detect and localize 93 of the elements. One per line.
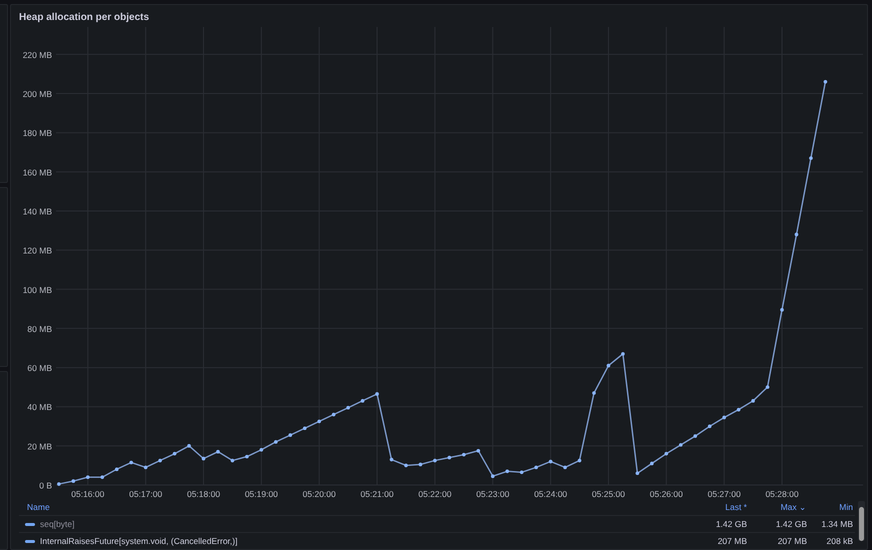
x-axis-label: 05:23:00	[476, 489, 510, 499]
data-point	[621, 352, 625, 356]
data-point	[260, 448, 264, 452]
data-point	[824, 80, 828, 84]
data-point	[433, 458, 437, 462]
data-point	[766, 385, 770, 389]
y-axis-label: 40 MB	[27, 402, 52, 412]
data-point	[636, 471, 640, 476]
x-axis-label: 05:20:00	[302, 489, 336, 499]
x-axis-label: 05:21:00	[360, 489, 394, 499]
column-header[interactable]: Name	[19, 502, 685, 512]
data-point	[302, 426, 307, 430]
data-point	[100, 475, 104, 479]
data-point	[418, 462, 422, 466]
data-point	[158, 458, 162, 462]
data-point	[578, 458, 582, 462]
x-axis-label: 05:28:00	[765, 489, 799, 499]
data-point	[375, 392, 379, 396]
data-point	[809, 156, 813, 160]
y-axis-label: 160 MB	[22, 167, 52, 178]
x-axis-label: 05:16:00	[71, 489, 104, 499]
data-point	[548, 460, 552, 464]
x-axis-label: 05:24:00	[534, 489, 568, 499]
data-point	[520, 470, 524, 474]
y-axis-label: 140 MB	[22, 206, 52, 216]
x-axis-label: 05:19:00	[244, 489, 278, 499]
data-point	[751, 399, 755, 403]
table-cell-text: 208 kB	[826, 536, 853, 546]
data-point	[448, 456, 452, 460]
data-point	[794, 232, 798, 236]
data-point	[693, 434, 698, 438]
x-axis-label: 05:26:00	[650, 489, 683, 499]
data-point	[172, 452, 176, 456]
data-point	[736, 408, 740, 412]
data-point	[722, 416, 726, 420]
x-axis-label: 05:25:00	[592, 489, 625, 499]
data-point	[332, 412, 336, 416]
x-axis-label: 05:18:00	[186, 489, 220, 499]
data-point	[563, 466, 567, 470]
x-axis-label: 05:17:00	[129, 489, 162, 499]
y-axis-label: 20 MB	[27, 441, 52, 452]
data-point	[144, 466, 148, 470]
data-point	[187, 444, 191, 448]
y-axis-label: 0 B	[39, 480, 52, 490]
data-point	[317, 420, 322, 424]
data-point	[650, 462, 654, 466]
data-point	[129, 460, 133, 464]
table-cell-text: 207 MB	[776, 536, 807, 546]
y-axis-label: 80 MB	[27, 324, 52, 334]
y-axis-label: 180 MB	[22, 128, 52, 138]
data-point	[245, 454, 249, 458]
data-point	[708, 424, 712, 428]
data-point	[606, 364, 610, 368]
y-axis-label: 200 MB	[22, 89, 52, 100]
data-point	[114, 468, 119, 472]
series-name[interactable]: InternalRaisesFuture[system.void, (CancelledError,)]	[40, 536, 238, 546]
column-header[interactable]: Min	[807, 502, 853, 512]
data-point	[404, 464, 408, 468]
data-point	[678, 443, 683, 447]
data-point	[202, 456, 206, 460]
data-point	[230, 458, 234, 462]
data-point	[592, 391, 596, 395]
table-cell-text: 1.34 MB	[820, 519, 853, 529]
data-point	[216, 450, 220, 454]
table-cell-text: 1.42 GB	[714, 519, 747, 529]
y-axis-label: 220 MB	[22, 50, 52, 60]
data-point	[476, 448, 480, 453]
series-name[interactable]: seq[byte]	[40, 519, 74, 529]
y-axis-label: 100 MB	[22, 284, 52, 295]
data-point	[274, 440, 278, 444]
y-axis-label: 120 MB	[22, 246, 52, 256]
data-point	[360, 399, 364, 403]
data-point	[72, 479, 76, 483]
data-point	[505, 470, 510, 474]
data-point	[664, 452, 668, 456]
data-point	[390, 458, 394, 462]
column-header[interactable]: Max ⌄	[747, 502, 807, 512]
data-point	[288, 433, 292, 437]
data-point	[780, 308, 784, 312]
table-cell-text: 1.42 GB	[774, 519, 807, 529]
y-axis-label: 60 MB	[27, 363, 52, 374]
table-cell-text: 207 MB	[716, 536, 747, 546]
x-axis-label: 05:27:00	[708, 489, 741, 499]
data-point	[86, 475, 90, 479]
scrollbar[interactable]	[858, 501, 865, 541]
data-point	[490, 474, 495, 478]
data-point	[534, 466, 538, 470]
panel-title: Heap allocation per objects	[18, 11, 150, 25]
data-point	[462, 452, 466, 456]
data-point	[346, 406, 350, 410]
x-axis-label: 05:22:00	[418, 489, 452, 499]
data-point	[57, 482, 61, 486]
column-header[interactable]: Last *	[685, 502, 747, 512]
